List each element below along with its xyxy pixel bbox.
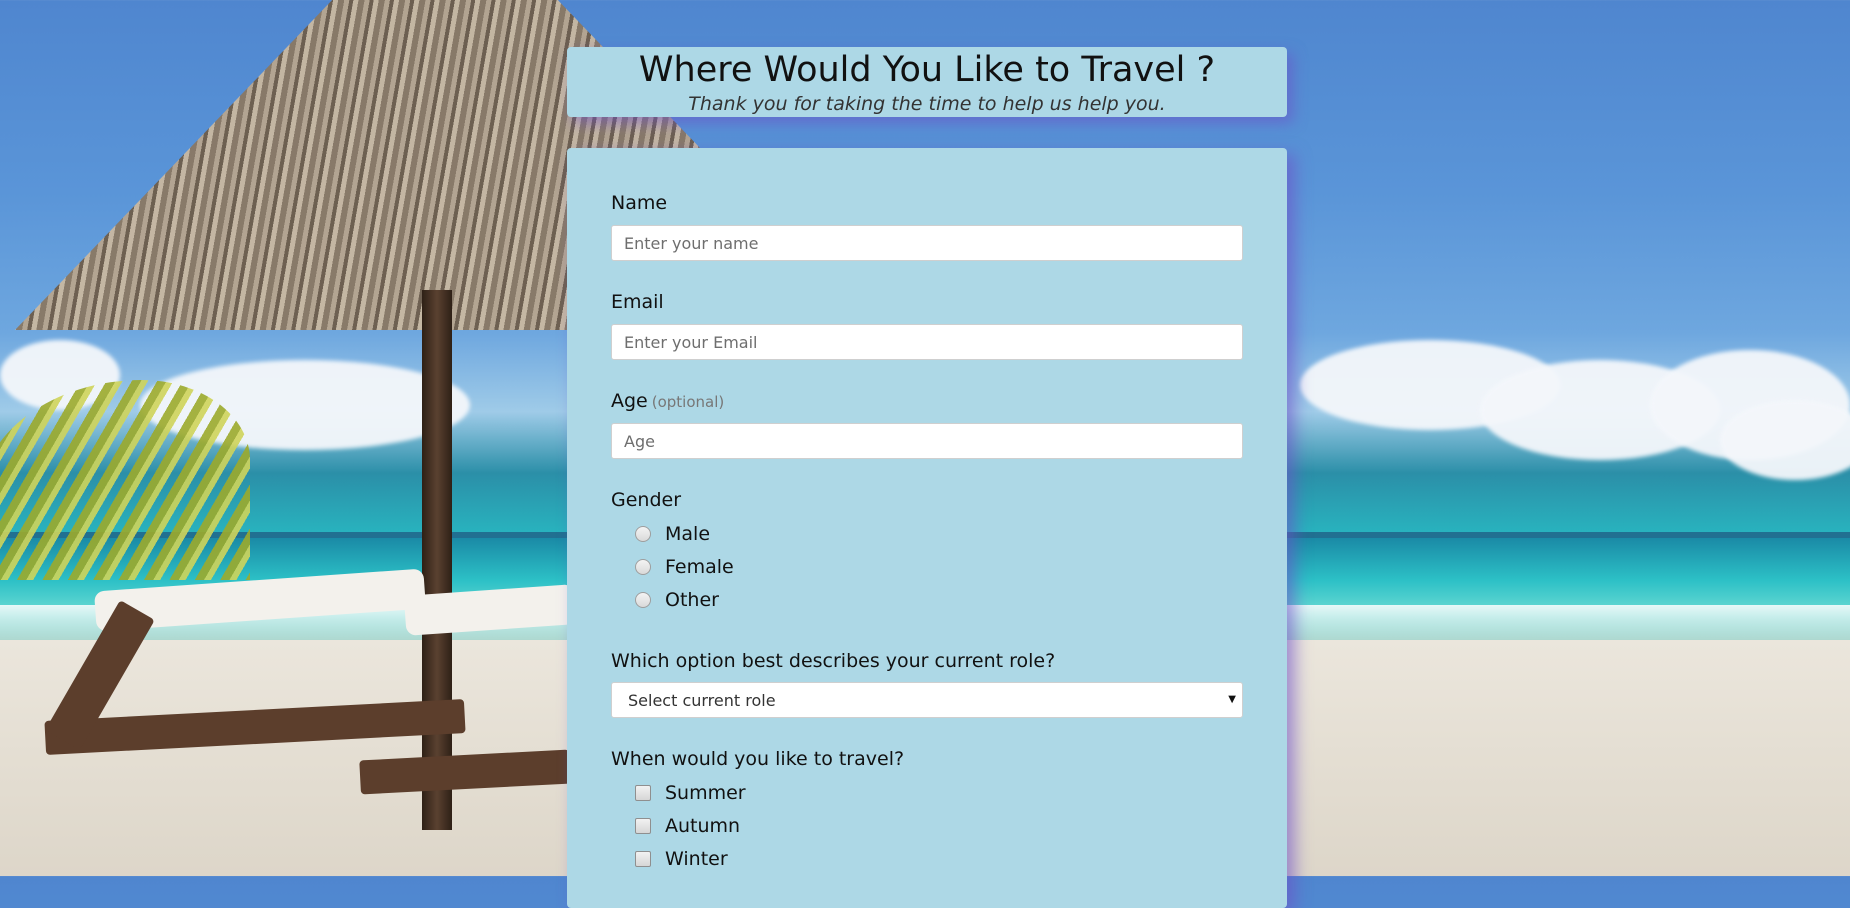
- gender-option-label: Female: [665, 556, 734, 578]
- checkbox[interactable]: [635, 818, 651, 834]
- travel-option-summer[interactable]: Summer: [635, 781, 746, 805]
- age-input[interactable]: [611, 423, 1243, 459]
- role-select-value: Select current role: [628, 690, 776, 710]
- role-select[interactable]: Select current role ▼: [611, 682, 1243, 718]
- radio-button[interactable]: [635, 559, 651, 575]
- email-input[interactable]: [611, 324, 1243, 360]
- gender-option-female[interactable]: Female: [635, 555, 734, 579]
- chevron-down-icon: ▼: [1228, 694, 1236, 705]
- age-label: Age (optional): [611, 390, 724, 412]
- page-title: Where Would You Like to Travel ?: [638, 50, 1216, 90]
- email-label: Email: [611, 291, 664, 313]
- radio-button[interactable]: [635, 592, 651, 608]
- cloud: [1720, 400, 1850, 480]
- survey-form: Name Email Age(optional) Gender Male Fem…: [567, 148, 1287, 908]
- checkbox[interactable]: [635, 785, 651, 801]
- page-subtitle: Thank you for taking the time to help us…: [688, 93, 1166, 115]
- travel-option-autumn[interactable]: Autumn: [635, 814, 740, 838]
- gender-option-male[interactable]: Male: [635, 522, 710, 546]
- age-label-text: Age: [611, 390, 648, 412]
- travel-label: When would you like to travel?: [611, 748, 905, 770]
- gender-option-other[interactable]: Other: [635, 588, 719, 612]
- radio-button[interactable]: [635, 526, 651, 542]
- travel-option-label: Winter: [665, 848, 728, 870]
- travel-option-label: Summer: [665, 782, 746, 804]
- travel-option-winter[interactable]: Winter: [635, 847, 728, 871]
- checkbox[interactable]: [635, 851, 651, 867]
- survey-header: Where Would You Like to Travel ? Thank y…: [567, 47, 1287, 117]
- role-label: Which option best describes your current…: [611, 650, 1056, 672]
- palm-leaves: [0, 380, 250, 580]
- name-label: Name: [611, 192, 668, 214]
- gender-option-label: Other: [665, 589, 719, 611]
- optional-hint: (optional): [651, 393, 725, 411]
- umbrella-pole: [422, 290, 452, 830]
- gender-option-label: Male: [665, 523, 711, 545]
- travel-option-label: Autumn: [665, 815, 741, 837]
- name-input[interactable]: [611, 225, 1243, 261]
- gender-label: Gender: [611, 489, 682, 511]
